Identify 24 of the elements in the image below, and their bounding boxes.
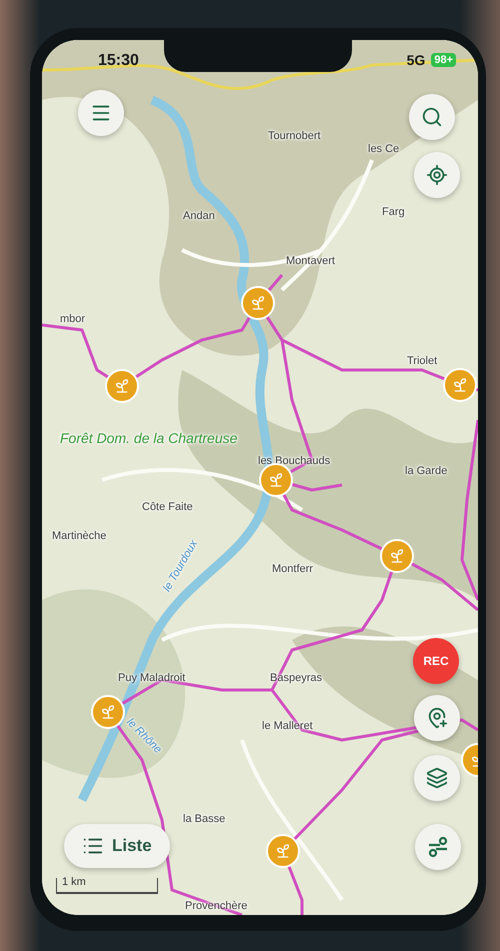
- place-label: Côte Faite: [142, 501, 193, 513]
- status-time: 15:30: [98, 52, 139, 70]
- place-label: mbor: [60, 313, 86, 325]
- layers-icon: [426, 767, 448, 789]
- network-label: 5G: [406, 52, 426, 68]
- battery-level: 98+: [431, 53, 456, 67]
- place-label: la Garde: [405, 465, 448, 477]
- place-label: Tournobert: [268, 130, 321, 142]
- place-label: Farg: [382, 206, 405, 218]
- place-label: la Basse: [183, 813, 226, 825]
- forest-label: Forêt Dom. de la Chartreuse: [60, 430, 238, 446]
- list-button[interactable]: Liste: [64, 824, 170, 868]
- place-label: Montferr: [272, 563, 313, 575]
- pin-plus-icon: [426, 707, 448, 729]
- scale-label: 1 km: [62, 876, 86, 888]
- place-label: Puy Maladroit: [118, 672, 186, 684]
- place-label: Andan: [183, 210, 215, 222]
- crosshair-icon: [426, 164, 448, 186]
- place-label: Triolet: [407, 355, 438, 367]
- place-label: les Ce: [368, 143, 400, 155]
- place-label: Martinèche: [52, 530, 106, 542]
- place-label: Montavert: [286, 255, 335, 267]
- search-icon: [421, 106, 443, 128]
- route-icon: [427, 836, 449, 858]
